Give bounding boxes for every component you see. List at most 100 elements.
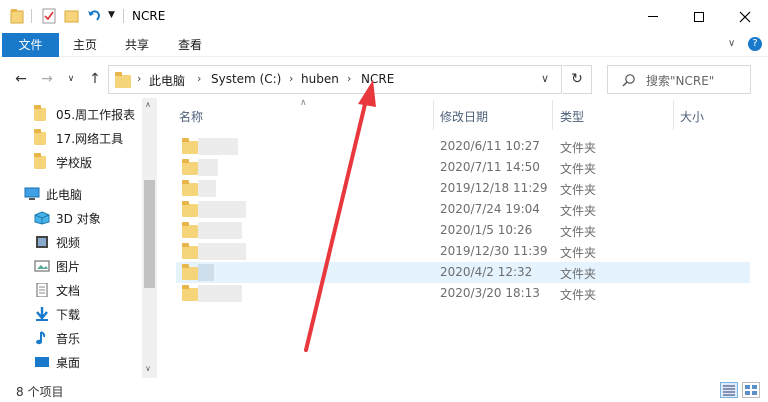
breadcrumb-separator[interactable]: › bbox=[289, 72, 293, 85]
table-row[interactable]: 2020/7/24 19:04 文件夹 bbox=[176, 199, 750, 220]
breadcrumb-ncre[interactable]: NCRE bbox=[361, 72, 394, 86]
folder-icon bbox=[182, 201, 198, 217]
row-type: 文件夹 bbox=[560, 204, 597, 218]
desktop-icon bbox=[34, 355, 50, 369]
nav-item-label: 05.周工作报表 bbox=[56, 107, 136, 122]
quick-access-dropdown-icon[interactable]: ▼ bbox=[108, 10, 115, 20]
sort-ascending-icon: ∧ bbox=[300, 98, 307, 108]
undo-icon[interactable] bbox=[86, 8, 102, 27]
row-date: 2020/1/5 10:26 bbox=[440, 223, 533, 237]
breadcrumb-separator[interactable]: › bbox=[347, 72, 351, 85]
column-header-date[interactable]: 修改日期 bbox=[440, 108, 488, 125]
nav-item-label: 下载 bbox=[56, 307, 81, 322]
redacted-name bbox=[198, 159, 218, 176]
nav-item-downloads[interactable]: 下载 bbox=[0, 302, 145, 326]
properties-icon[interactable] bbox=[41, 8, 57, 27]
nav-item-pictures[interactable]: 图片 bbox=[0, 254, 145, 278]
table-row[interactable]: 2020/3/20 18:13 文件夹 bbox=[176, 283, 750, 304]
forward-button[interactable]: → bbox=[38, 70, 56, 88]
download-icon bbox=[34, 307, 50, 321]
refresh-icon: ↻ bbox=[571, 71, 583, 87]
tab-home[interactable]: 主页 bbox=[60, 33, 110, 57]
table-row[interactable]: 2020/7/11 14:50 文件夹 bbox=[176, 157, 750, 178]
close-button[interactable] bbox=[722, 0, 768, 33]
row-date: 2020/7/11 14:50 bbox=[440, 160, 540, 174]
back-button[interactable]: ← bbox=[12, 70, 30, 88]
nav-item-school-edition[interactable]: 学校版 bbox=[0, 150, 145, 174]
breadcrumb-system-c[interactable]: System (C:) bbox=[211, 72, 281, 86]
scrollbar-thumb[interactable] bbox=[144, 180, 155, 288]
minimize-button[interactable] bbox=[630, 0, 676, 33]
redacted-name bbox=[198, 201, 246, 218]
tab-share[interactable]: 共享 bbox=[112, 33, 162, 57]
folder-icon bbox=[182, 222, 198, 238]
redacted-name bbox=[198, 180, 216, 197]
document-icon bbox=[34, 282, 50, 298]
recent-locations-button[interactable]: ∨ bbox=[62, 70, 80, 88]
search-icon bbox=[622, 74, 635, 87]
refresh-button[interactable]: ↻ bbox=[563, 65, 592, 94]
table-row[interactable]: 2020/6/11 10:27 文件夹 bbox=[176, 136, 750, 157]
table-row[interactable]: 2019/12/18 11:29 文件夹 bbox=[176, 178, 750, 199]
maximize-button[interactable] bbox=[676, 0, 722, 33]
redacted-name bbox=[198, 285, 242, 302]
column-header-size[interactable]: 大小 bbox=[680, 108, 704, 125]
large-icons-view-button[interactable] bbox=[742, 382, 760, 398]
nav-item-documents[interactable]: 文档 bbox=[0, 278, 145, 302]
status-bar: 8 个项目 bbox=[0, 378, 768, 402]
address-bar[interactable]: › 此电脑 › System (C:) › huben › NCRE ∨ bbox=[108, 65, 562, 94]
nav-item-label: 音乐 bbox=[56, 331, 81, 346]
tab-view[interactable]: 查看 bbox=[165, 33, 215, 57]
nav-item-label: 17.网络工具 bbox=[56, 131, 124, 146]
redacted-name bbox=[198, 264, 214, 281]
address-dropdown-icon[interactable]: ∨ bbox=[541, 72, 549, 85]
search-box[interactable]: 搜索"NCRE" bbox=[607, 65, 751, 94]
table-row[interactable]: 2020/4/2 12:32 文件夹 bbox=[176, 262, 750, 283]
breadcrumb-separator[interactable]: › bbox=[197, 72, 201, 85]
table-row[interactable]: 2019/12/30 11:39 文件夹 bbox=[176, 241, 750, 262]
breadcrumb-separator[interactable]: › bbox=[137, 72, 141, 85]
row-type: 文件夹 bbox=[560, 162, 597, 176]
nav-item-3d-objects[interactable]: 3D 对象 bbox=[0, 206, 145, 230]
nav-item-label: 桌面 bbox=[56, 355, 81, 370]
folder-icon bbox=[34, 129, 50, 145]
nav-item-videos[interactable]: 视频 bbox=[0, 230, 145, 254]
up-button[interactable]: ↑ bbox=[86, 70, 104, 88]
row-type: 文件夹 bbox=[560, 246, 597, 260]
search-placeholder: 搜索"NCRE" bbox=[646, 74, 715, 88]
nav-scrollbar[interactable]: ∧ ∨ bbox=[142, 98, 157, 378]
table-row[interactable]: 2020/1/5 10:26 文件夹 bbox=[176, 220, 750, 241]
new-folder-icon[interactable] bbox=[64, 8, 80, 27]
nav-item-label: 视频 bbox=[56, 235, 81, 250]
breadcrumb-this-pc[interactable]: 此电脑 bbox=[149, 72, 185, 89]
breadcrumb-huben[interactable]: huben bbox=[301, 72, 339, 86]
details-view-icon bbox=[723, 385, 735, 396]
row-date: 2019/12/30 11:39 bbox=[440, 244, 548, 258]
nav-item-music[interactable]: 音乐 bbox=[0, 326, 145, 350]
row-date: 2020/4/2 12:32 bbox=[440, 265, 533, 279]
tab-file[interactable]: 文件 bbox=[2, 33, 59, 57]
address-row: ← → ∨ ↑ › 此电脑 › System (C:) › huben › NC… bbox=[0, 60, 768, 98]
nav-item-weekly-reports[interactable]: 05.周工作报表 bbox=[0, 102, 145, 126]
folder-icon bbox=[182, 264, 198, 280]
item-count: 8 个项目 bbox=[16, 385, 64, 399]
details-view-button[interactable] bbox=[720, 382, 738, 398]
nav-item-this-pc[interactable]: 此电脑 bbox=[0, 182, 145, 206]
scroll-down-icon[interactable]: ∨ bbox=[145, 364, 151, 373]
folder-icon bbox=[182, 243, 198, 259]
3d-objects-icon bbox=[34, 211, 50, 225]
nav-item-desktop[interactable]: 桌面 bbox=[0, 350, 145, 374]
nav-item-label: 图片 bbox=[56, 259, 81, 274]
column-header-type[interactable]: 类型 bbox=[560, 108, 584, 125]
help-icon[interactable]: ? bbox=[748, 37, 762, 51]
folder-icon bbox=[182, 285, 198, 301]
window-title: NCRE bbox=[132, 9, 166, 23]
nav-item-network-tools[interactable]: 17.网络工具 bbox=[0, 126, 145, 150]
nav-item-label: 此电脑 bbox=[46, 187, 83, 202]
navigation-pane: 05.周工作报表 17.网络工具 学校版 此电脑 3D 对象 视频 图片 文档 … bbox=[0, 98, 157, 378]
close-icon bbox=[739, 11, 751, 22]
scroll-up-icon[interactable]: ∧ bbox=[145, 100, 151, 109]
column-header-name[interactable]: 名称 bbox=[179, 108, 203, 125]
music-icon bbox=[34, 331, 50, 345]
ribbon-expand-icon[interactable]: ∨ bbox=[728, 38, 735, 49]
